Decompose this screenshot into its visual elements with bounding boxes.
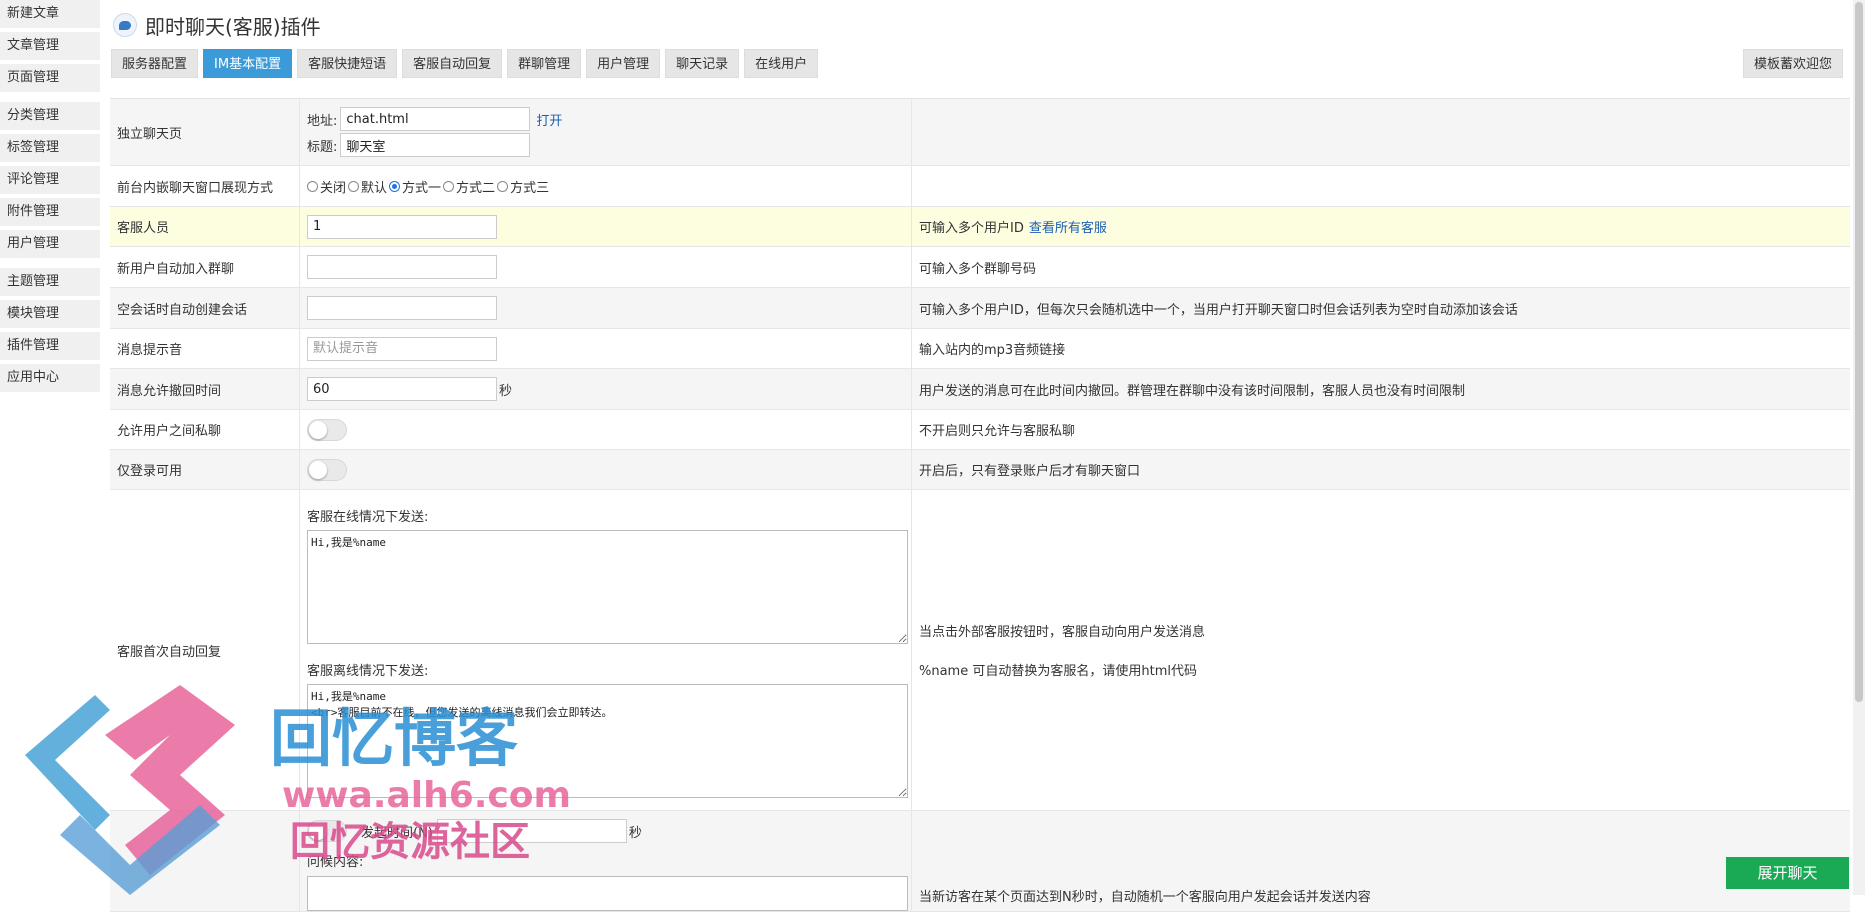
template-button[interactable]: 模板蓄欢迎您 bbox=[1742, 49, 1843, 78]
visitor-greet-hint: 当新访客在某个页面达到N秒时，自动随机一个客服向用户发起会话并发送内容 bbox=[919, 890, 1371, 905]
view-all-staff-link[interactable]: 查看所有客服 bbox=[1029, 217, 1107, 236]
tab-chat-records[interactable]: 聊天记录 bbox=[665, 49, 740, 78]
page-header: 即时聊天(客服)插件 bbox=[113, 8, 321, 42]
settings-form: 独立聊天页 地址: 打开 标题: 前台内嵌聊天窗口展现方式 关闭 默认 方式一 … bbox=[110, 98, 1850, 912]
tab-user-management[interactable]: 用户管理 bbox=[586, 49, 661, 78]
auto-group-input[interactable] bbox=[307, 255, 497, 279]
row-label: 客服人员 bbox=[117, 221, 170, 236]
sidebar-item-attachments[interactable]: 附件管理 bbox=[0, 198, 100, 226]
row-label: 独立聊天页 bbox=[117, 126, 183, 142]
tab-im-basic-config[interactable]: IM基本配置 bbox=[203, 49, 293, 78]
row-sound: 消息提示音 输入站内的mp3音频链接 bbox=[110, 329, 1850, 369]
trigger-label: 发起时间(N) bbox=[361, 825, 433, 841]
staff-input[interactable] bbox=[307, 214, 497, 239]
address-input[interactable] bbox=[340, 107, 531, 131]
auto-session-hint: 可输入多个用户ID，但每次只会随机选中一个，当用户打开聊天窗口时但会话列表为空时… bbox=[919, 302, 1518, 318]
greet-content-textarea[interactable] bbox=[307, 876, 908, 911]
sidebar-item-categories[interactable]: 分类管理 bbox=[0, 102, 100, 130]
sidebar-item-plugins[interactable]: 插件管理 bbox=[0, 332, 100, 360]
visitor-greet-toggle[interactable] bbox=[307, 820, 347, 842]
row-standalone-chat: 独立聊天页 地址: 打开 标题: bbox=[110, 99, 1850, 166]
tab-server-config[interactable]: 服务器配置 bbox=[111, 49, 199, 78]
sidebar-item-tags[interactable]: 标签管理 bbox=[0, 134, 100, 162]
name-placeholder-hint: %name 可自动替换为客服名，请使用html代码 bbox=[919, 664, 1197, 679]
open-chat-button[interactable]: 展开聊天 bbox=[1726, 857, 1849, 889]
sound-input[interactable] bbox=[307, 336, 497, 361]
trigger-unit: 秒 bbox=[628, 825, 642, 841]
title-label: 标题: bbox=[307, 139, 338, 155]
radio-mode-1[interactable]: 方式一 bbox=[389, 177, 441, 196]
radio-checked-icon bbox=[389, 180, 401, 192]
radio-icon bbox=[348, 180, 360, 192]
radio-off[interactable]: 关闭 bbox=[307, 177, 346, 196]
page-title: 即时聊天(客服)插件 bbox=[145, 14, 321, 39]
row-embed-mode: 前台内嵌聊天窗口展现方式 关闭 默认 方式一 方式二 方式三 bbox=[110, 166, 1850, 207]
radio-icon bbox=[497, 180, 509, 192]
sidebar-item-themes[interactable]: 主题管理 bbox=[0, 268, 100, 296]
row-staff: 客服人员 可输入多个用户ID 查看所有客服 bbox=[110, 207, 1850, 247]
sidebar-item-users[interactable]: 用户管理 bbox=[0, 230, 100, 258]
scrollbar[interactable] bbox=[1853, 0, 1865, 895]
login-only-toggle[interactable] bbox=[307, 458, 347, 481]
address-label: 地址: bbox=[307, 113, 338, 129]
login-only-hint: 开启后，只有登录账户后才有聊天窗口 bbox=[919, 464, 1141, 479]
auto-session-input[interactable] bbox=[307, 296, 497, 320]
sidebar: 新建文章 文章管理 页面管理 分类管理 标签管理 评论管理 附件管理 用户管理 … bbox=[0, 0, 102, 396]
row-label: 消息提示音 bbox=[117, 343, 183, 358]
tab-group-chat[interactable]: 群聊管理 bbox=[507, 49, 582, 78]
sidebar-item-comments[interactable]: 评论管理 bbox=[0, 166, 100, 194]
greet-content-label: 问候内容: bbox=[307, 855, 364, 870]
private-chat-toggle[interactable] bbox=[307, 418, 347, 441]
row-recall: 消息允许撤回时间 秒 用户发送的消息可在此时间内撤回。群管理在群聊中没有该时间限… bbox=[110, 369, 1850, 410]
sound-hint: 输入站内的mp3音频链接 bbox=[919, 343, 1066, 358]
row-label: 新用户自动加入群聊 bbox=[117, 261, 235, 277]
row-login-only: 仅登录可用 开启后，只有登录账户后才有聊天窗口 bbox=[110, 450, 1850, 490]
recall-input[interactable] bbox=[307, 377, 497, 401]
row-first-reply: 客服首次自动回复 客服在线情况下发送: Hi,我是%name 客服离线情况下发送… bbox=[110, 490, 1850, 811]
radio-icon bbox=[307, 180, 318, 192]
tab-auto-reply[interactable]: 客服自动回复 bbox=[402, 49, 503, 78]
offline-reply-textarea[interactable]: Hi,我是%name <br>客服目前不在线，但您发送的离线消息我们会立即转达。 bbox=[307, 684, 908, 798]
radio-mode-3[interactable]: 方式三 bbox=[497, 177, 549, 196]
row-label: 允许用户之间私聊 bbox=[117, 424, 222, 439]
row-label: 消息允许撤回时间 bbox=[117, 383, 222, 399]
radio-default[interactable]: 默认 bbox=[348, 177, 387, 196]
tab-bar: 服务器配置 IM基本配置 客服快捷短语 客服自动回复 群聊管理 用户管理 聊天记… bbox=[111, 49, 823, 78]
row-visitor-greet: 发起时间(N) 秒 问候内容: 当新访客在某个页面达到N秒时，自动随机一个客服向… bbox=[110, 811, 1850, 912]
tab-quick-phrases[interactable]: 客服快捷短语 bbox=[297, 49, 398, 78]
sidebar-item-modules[interactable]: 模块管理 bbox=[0, 300, 100, 328]
online-label: 客服在线情况下发送: bbox=[307, 510, 429, 525]
first-reply-hint: 当点击外部客服按钮时，客服自动向用户发送消息 bbox=[919, 625, 1206, 640]
tab-online-users[interactable]: 在线用户 bbox=[744, 49, 819, 78]
sidebar-item-pages[interactable]: 页面管理 bbox=[0, 64, 100, 92]
online-reply-textarea[interactable]: Hi,我是%name bbox=[307, 530, 908, 644]
row-label: 空会话时自动创建会话 bbox=[117, 302, 248, 318]
row-label: 前台内嵌聊天窗口展现方式 bbox=[117, 180, 274, 196]
trigger-seconds-input[interactable] bbox=[436, 819, 627, 843]
row-private-chat: 允许用户之间私聊 不开启则只允许与客服私聊 bbox=[110, 410, 1850, 450]
private-chat-hint: 不开启则只允许与客服私聊 bbox=[919, 424, 1076, 439]
row-label: 客服首次自动回复 bbox=[117, 644, 222, 660]
recall-hint: 用户发送的消息可在此时间内撤回。群管理在群聊中没有该时间限制，客服人员也没有时间… bbox=[919, 383, 1466, 399]
chat-bubble-icon bbox=[113, 13, 137, 37]
sidebar-item-articles[interactable]: 文章管理 bbox=[0, 32, 100, 60]
row-label: 仅登录可用 bbox=[117, 464, 183, 479]
staff-hint: 可输入多个用户ID bbox=[919, 221, 1024, 236]
row-auto-group: 新用户自动加入群聊 可输入多个群聊号码 bbox=[110, 247, 1850, 288]
open-link[interactable]: 打开 bbox=[536, 110, 562, 129]
radio-mode-2[interactable]: 方式二 bbox=[443, 177, 495, 196]
title-input[interactable] bbox=[340, 133, 531, 157]
row-auto-session: 空会话时自动创建会话 可输入多个用户ID，但每次只会随机选中一个，当用户打开聊天… bbox=[110, 288, 1850, 329]
scrollbar-thumb[interactable] bbox=[1855, 2, 1863, 702]
auto-group-hint: 可输入多个群聊号码 bbox=[919, 261, 1037, 277]
recall-unit: 秒 bbox=[499, 383, 513, 399]
sidebar-item-app-center[interactable]: 应用中心 bbox=[0, 364, 100, 392]
radio-icon bbox=[443, 180, 455, 192]
sidebar-item-new-article[interactable]: 新建文章 bbox=[0, 0, 100, 28]
offline-label: 客服离线情况下发送: bbox=[307, 664, 429, 679]
